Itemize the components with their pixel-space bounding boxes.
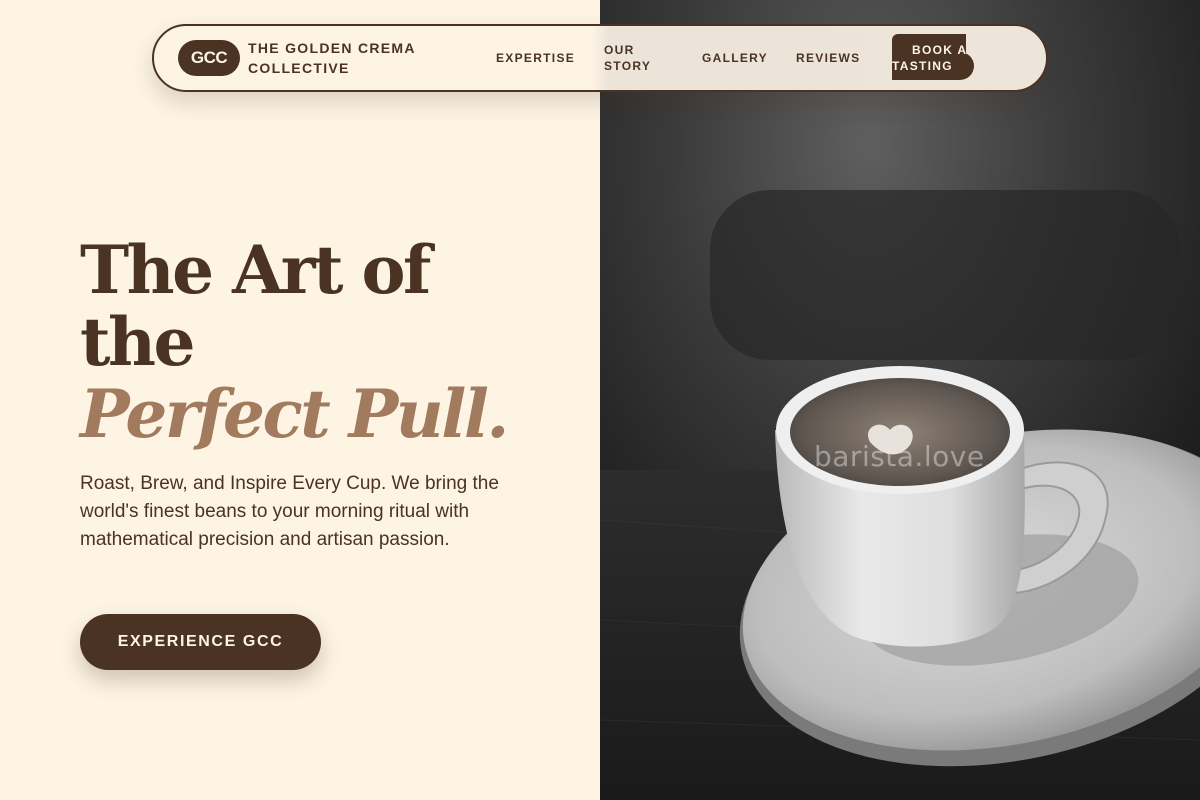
book-tasting-label-line2: TASTING	[892, 59, 953, 73]
hero-photo: barista.love	[600, 0, 1200, 800]
nav-link-expertise[interactable]: EXPERTISE	[496, 50, 575, 66]
experience-gcc-button[interactable]: EXPERIENCE GCC	[80, 614, 321, 670]
book-tasting-label: BOOK A TASTING	[892, 42, 988, 74]
brand-name[interactable]: THE GOLDEN CREMA COLLECTIVE	[248, 38, 438, 78]
hero-subtext: Roast, Brew, and Inspire Every Cup. We b…	[80, 473, 499, 550]
hero-heading-accent: Perfect Pull.	[80, 375, 509, 453]
hero-heading-line1: The Art of	[80, 231, 431, 309]
top-navigation-bar: GCC THE GOLDEN CREMA COLLECTIVE EXPERTIS…	[152, 24, 1048, 92]
book-tasting-button[interactable]: BOOK A TASTING	[892, 34, 974, 80]
book-tasting-label-line1: BOOK A	[912, 43, 968, 57]
espresso-cup-photo	[600, 0, 1200, 800]
hero-heading: The Art of the Perfect Pull.	[80, 234, 560, 450]
nav-link-our-story[interactable]: OUR STORY	[604, 42, 664, 74]
photo-watermark: barista.love	[814, 440, 985, 473]
nav-link-reviews[interactable]: REVIEWS	[796, 50, 860, 66]
hero-heading-line2: the	[80, 303, 195, 381]
logo-badge[interactable]: GCC	[178, 40, 240, 76]
nav-link-gallery[interactable]: GALLERY	[702, 50, 768, 66]
